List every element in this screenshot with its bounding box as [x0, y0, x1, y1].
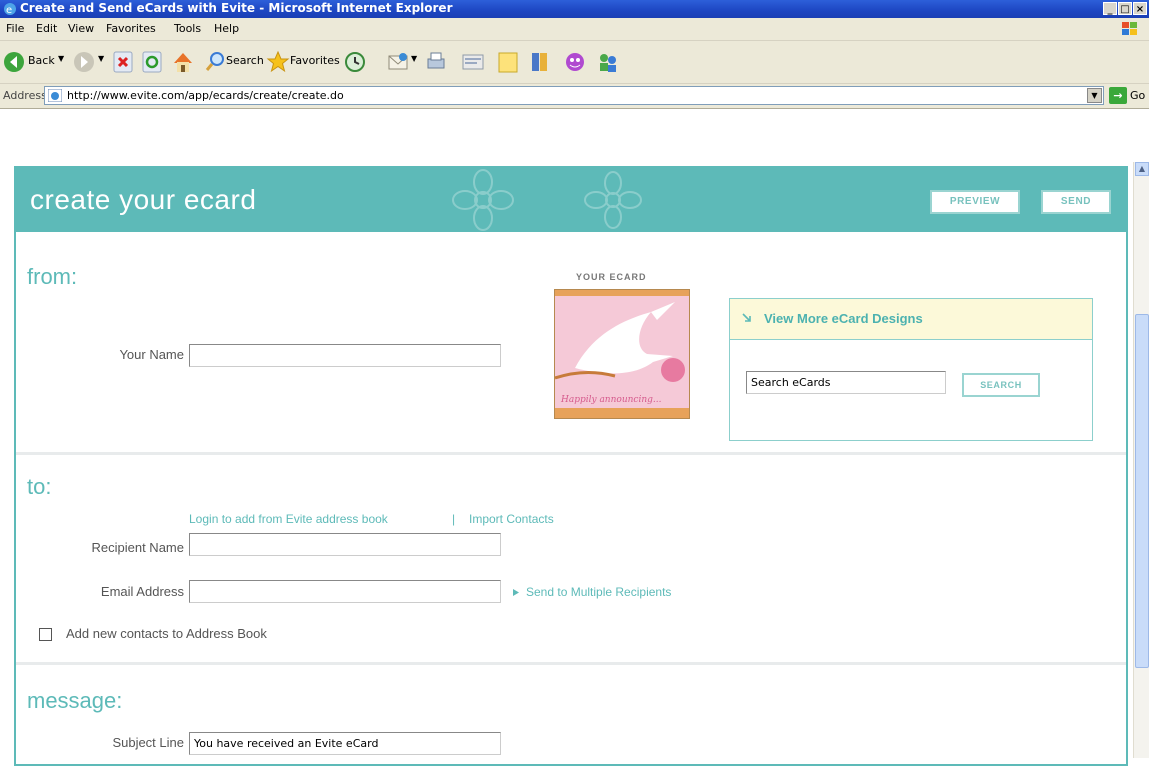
people-icon[interactable]: [595, 48, 621, 76]
address-bar: Address http://www.evite.com/app/ecards/…: [0, 84, 1149, 109]
more-designs-header[interactable]: View More eCard Designs: [730, 299, 1092, 340]
link-separator: |: [452, 512, 456, 526]
flower-decoration-icon: [584, 171, 642, 229]
recipient-name-label: Recipient Name: [91, 540, 185, 555]
subject-line-input[interactable]: [189, 732, 501, 755]
vertical-scrollbar[interactable]: ▲: [1133, 162, 1149, 758]
section-divider: [16, 452, 1126, 455]
address-field[interactable]: http://www.evite.com/app/ecards/create/c…: [44, 86, 1104, 105]
add-contacts-checkbox[interactable]: [39, 628, 52, 641]
forward-arrow-icon[interactable]: [72, 48, 96, 76]
address-dropdown-icon[interactable]: ▼: [1087, 88, 1102, 103]
to-section-title: to:: [27, 474, 52, 499]
menu-tools[interactable]: Tools: [174, 22, 201, 35]
close-button[interactable]: ×: [1133, 2, 1147, 15]
section-divider: [16, 662, 1126, 665]
messenger-icon[interactable]: [562, 48, 588, 76]
back-button-label[interactable]: Back: [28, 54, 55, 67]
message-section-title: message:: [27, 688, 123, 713]
favorites-star-icon[interactable]: [266, 48, 290, 76]
menu-favorites[interactable]: Favorites: [106, 22, 156, 35]
stop-icon[interactable]: [112, 48, 134, 76]
arrow-down-right-icon: [742, 313, 751, 322]
window-title-bar: e Create and Send eCards with Evite - Mi…: [0, 0, 1149, 18]
flower-decoration-icon: [452, 169, 514, 231]
go-arrow-icon[interactable]: →: [1109, 87, 1127, 104]
menu-help[interactable]: Help: [214, 22, 239, 35]
your-ecard-label: YOUR ECARD: [576, 272, 647, 282]
maximize-button[interactable]: □: [1118, 2, 1132, 15]
send-multiple-recipients-link[interactable]: Send to Multiple Recipients: [526, 585, 671, 599]
page-icon: [48, 89, 62, 102]
search-ecards-button[interactable]: SEARCH: [962, 373, 1040, 397]
menu-view[interactable]: View: [68, 22, 94, 35]
favorites-button-label[interactable]: Favorites: [290, 54, 340, 67]
add-contacts-label: Add new contacts to Address Book: [66, 626, 267, 641]
page-title: create your ecard: [30, 184, 257, 215]
send-button[interactable]: SEND: [1041, 190, 1111, 214]
notes-icon[interactable]: [496, 48, 520, 76]
subject-line-label: Subject Line: [112, 735, 184, 750]
menu-edit[interactable]: Edit: [36, 22, 57, 35]
toolbar: Back ▼ ▼ Search Favorites ▼: [0, 41, 1149, 84]
search-icon[interactable]: [204, 48, 226, 76]
scrollbar-thumb[interactable]: [1135, 314, 1149, 668]
home-icon[interactable]: [171, 48, 195, 76]
preview-button[interactable]: PREVIEW: [930, 190, 1020, 214]
ecard-thumbnail[interactable]: Happily announcing...: [554, 289, 690, 419]
forward-dropdown-icon[interactable]: ▼: [98, 54, 104, 63]
research-icon[interactable]: [528, 48, 552, 76]
back-dropdown-icon[interactable]: ▼: [58, 54, 64, 63]
print-icon[interactable]: [424, 48, 448, 76]
import-contacts-link[interactable]: Import Contacts: [469, 512, 554, 526]
minimize-button[interactable]: _: [1103, 2, 1117, 15]
your-name-label: Your Name: [119, 347, 184, 362]
history-icon[interactable]: [343, 48, 367, 76]
menu-file[interactable]: File: [6, 22, 24, 35]
email-address-label: Email Address: [100, 584, 184, 599]
windows-logo-icon: [1122, 22, 1137, 35]
svg-text:e: e: [6, 5, 12, 16]
your-name-input[interactable]: [189, 344, 501, 367]
recipient-name-input[interactable]: [189, 533, 501, 556]
internet-explorer-icon: e: [4, 3, 16, 16]
stork-illustration-icon: Happily announcing...: [555, 290, 689, 418]
page-header: create your ecard PREVIEW SEND: [14, 166, 1128, 232]
search-button-label[interactable]: Search: [226, 54, 264, 67]
address-url[interactable]: http://www.evite.com/app/ecards/create/c…: [67, 89, 344, 102]
login-address-book-link[interactable]: Login to add from Evite address book: [189, 512, 388, 526]
menu-bar: File Edit View Favorites Tools Help: [0, 18, 1149, 41]
refresh-icon[interactable]: [141, 48, 163, 76]
ecard-form-panel: [14, 166, 1128, 766]
more-designs-panel: View More eCard Designs SEARCH: [729, 298, 1093, 441]
window-title: Create and Send eCards with Evite - Micr…: [20, 1, 453, 15]
search-ecards-input[interactable]: [746, 371, 946, 394]
address-label: Address: [3, 89, 47, 102]
back-arrow-icon[interactable]: [2, 48, 26, 76]
scroll-up-icon[interactable]: ▲: [1135, 162, 1149, 176]
more-designs-link[interactable]: View More eCard Designs: [764, 311, 923, 326]
email-address-input[interactable]: [189, 580, 501, 603]
mail-dropdown-icon[interactable]: ▼: [411, 54, 417, 63]
edit-icon[interactable]: [460, 48, 486, 76]
go-button-label[interactable]: Go: [1130, 89, 1145, 102]
ecard-thumb-text: Happily announcing...: [560, 395, 662, 405]
play-arrow-icon: [513, 589, 519, 596]
from-section-title: from:: [27, 264, 78, 289]
mail-icon[interactable]: [386, 48, 410, 76]
